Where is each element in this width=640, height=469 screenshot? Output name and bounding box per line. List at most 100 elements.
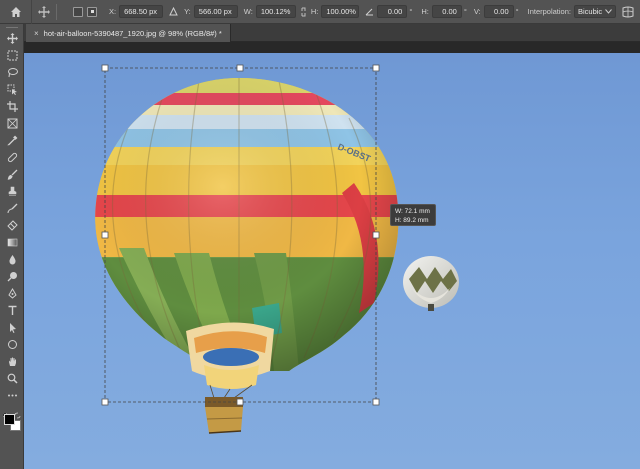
object-selection-tool[interactable]: [0, 81, 24, 98]
x-label: X:: [109, 7, 117, 16]
eraser-icon: [6, 220, 18, 231]
drop-icon: [8, 255, 16, 265]
crop-icon: [6, 101, 18, 112]
blur-tool[interactable]: [0, 251, 24, 268]
angle-degree-unit: °: [409, 7, 413, 16]
transform-handle-top-right[interactable]: [372, 64, 380, 72]
interpolation-value: Bicubic: [578, 7, 603, 16]
brush-icon: [7, 169, 17, 180]
brush-tool[interactable]: [0, 166, 24, 183]
options-bar: X: 668.50 px Y: 566.00 px W: 100.12% H: …: [0, 0, 640, 24]
width-percent-field[interactable]: 100.12%: [255, 5, 296, 18]
move-tool-icon: [6, 33, 18, 44]
document-canvas[interactable]: D-OBST W: 72.1 mm H: 89.2 mm: [24, 53, 640, 469]
tool-preset-picker[interactable]: [38, 5, 50, 18]
edit-toolbar-button[interactable]: [0, 387, 24, 404]
eraser-tool[interactable]: [0, 217, 24, 234]
document-tab-bar: × hot-air-balloon-5390487_1920.jpg @ 98%…: [24, 24, 640, 42]
more-icon: [7, 394, 17, 397]
rotation-angle-field[interactable]: 0.00: [377, 5, 408, 18]
reference-point-checkbox[interactable]: [73, 6, 83, 17]
stamp-icon: [8, 186, 16, 196]
crop-tool[interactable]: [0, 98, 24, 115]
reference-point-locator[interactable]: [87, 6, 97, 17]
eyedropper-tool[interactable]: [0, 132, 24, 149]
gradient-tool[interactable]: [0, 234, 24, 251]
transform-handle-middle-left[interactable]: [101, 231, 109, 239]
vertical-skew-field[interactable]: 0.00: [483, 5, 514, 18]
home-button[interactable]: [0, 0, 32, 24]
gradient-icon: [7, 238, 17, 247]
transform-handle-bottom-left[interactable]: [101, 398, 109, 406]
transform-handle-bottom-right[interactable]: [372, 398, 380, 406]
history-brush-icon: [7, 203, 17, 214]
hand-icon: [8, 357, 16, 366]
h-label: H:: [310, 7, 319, 16]
home-icon: [10, 6, 21, 17]
close-tab-icon[interactable]: ×: [34, 29, 39, 38]
move-tool[interactable]: [0, 30, 24, 47]
marquee-tool[interactable]: [0, 47, 24, 64]
angle-icon: [365, 8, 374, 16]
eyedropper-icon: [6, 135, 17, 146]
transform-handle-top-center[interactable]: [236, 64, 244, 72]
small-balloon: [403, 256, 459, 311]
lasso-icon: [7, 68, 18, 78]
ellipse-icon: [7, 340, 17, 349]
w-label: W:: [243, 7, 253, 16]
reference-point-dot: [90, 10, 94, 13]
transform-size-tooltip: W: 72.1 mm H: 89.2 mm: [390, 204, 436, 226]
triangle-delta-icon[interactable]: [169, 7, 178, 16]
document-tab-title: hot-air-balloon-5390487_1920.jpg @ 98% (…: [43, 28, 222, 38]
y-label: Y:: [184, 7, 191, 16]
move-transform-icon: [38, 5, 50, 18]
v-skew-degree-unit: °: [515, 7, 519, 16]
chevron-down-icon: [605, 9, 613, 14]
link-icon[interactable]: [299, 7, 308, 17]
divider: [56, 3, 57, 20]
zoom-tool[interactable]: [0, 370, 24, 387]
transform-handle-top-left[interactable]: [101, 64, 109, 72]
frame-icon: [7, 118, 17, 129]
x-position-field[interactable]: 668.50 px: [119, 5, 164, 18]
transform-handle-middle-right[interactable]: [372, 231, 380, 239]
zoom-icon: [7, 373, 18, 384]
arrow-cursor-icon: [9, 323, 16, 333]
tools-panel: [0, 24, 24, 469]
document-tab[interactable]: × hot-air-balloon-5390487_1920.jpg @ 98%…: [26, 24, 231, 42]
photo-layer: D-OBST: [95, 64, 459, 434]
dodge-tool[interactable]: [0, 268, 24, 285]
shape-tool[interactable]: [0, 336, 24, 353]
interpolation-select[interactable]: Bicubic: [574, 5, 617, 18]
height-percent-field[interactable]: 100.00%: [321, 5, 360, 18]
h-skew-label: H:: [421, 7, 429, 16]
warp-mode-icon[interactable]: [622, 6, 634, 18]
canvas-pasteboard: [24, 42, 640, 53]
pen-icon: [7, 288, 17, 299]
horizontal-skew-field[interactable]: 0.00: [431, 5, 462, 18]
h-skew-degree-unit: °: [463, 7, 467, 16]
foreground-color-swatch[interactable]: [4, 414, 15, 425]
balloon-skirt: [186, 322, 274, 389]
hand-tool[interactable]: [0, 353, 24, 370]
history-brush-tool[interactable]: [0, 200, 24, 217]
y-position-field[interactable]: 566.00 px: [193, 5, 238, 18]
pen-tool[interactable]: [0, 285, 24, 302]
frame-tool[interactable]: [0, 115, 24, 132]
object-selection-icon: [7, 84, 17, 95]
interpolation-label: Interpolation:: [527, 7, 571, 16]
lasso-tool[interactable]: [0, 64, 24, 81]
path-selection-tool[interactable]: [0, 319, 24, 336]
type-tool[interactable]: [0, 302, 24, 319]
transform-handle-bottom-center[interactable]: [236, 398, 244, 406]
dodge-icon: [7, 272, 17, 282]
tooltip-height: H: 89.2 mm: [395, 217, 429, 224]
type-icon: [8, 305, 16, 315]
bandage-icon: [7, 152, 17, 163]
v-skew-label: V:: [473, 7, 481, 16]
tooltip-width: W: 72.1 mm: [395, 208, 430, 215]
marquee-icon: [7, 50, 17, 61]
clone-stamp-tool[interactable]: [0, 183, 24, 200]
swap-arrow-icon: [14, 412, 21, 419]
healing-brush-tool[interactable]: [0, 149, 24, 166]
